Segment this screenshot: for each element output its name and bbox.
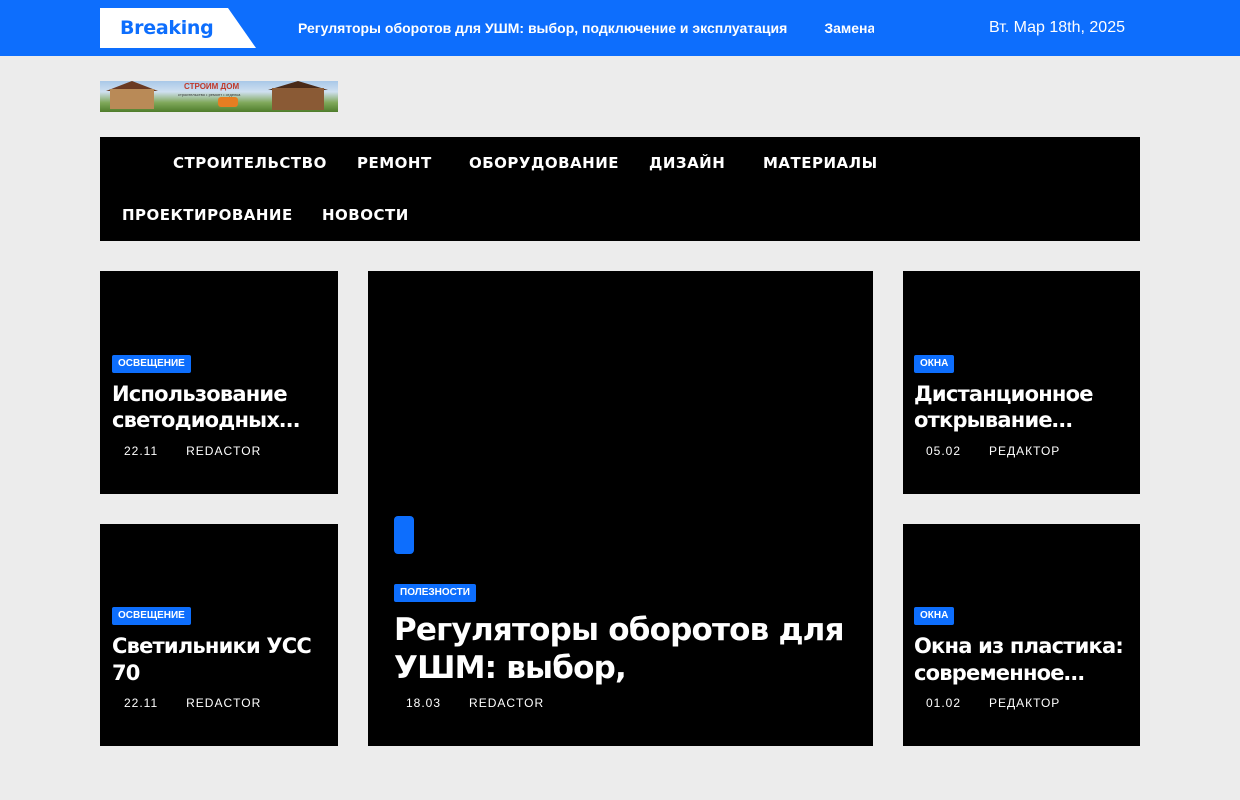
post-author[interactable]: РЕДАКТОР <box>989 444 1060 458</box>
main-navigation: СТРОИТЕЛЬСТВО РЕМОНТ ОБОРУДОВАНИЕ ДИЗАЙН… <box>100 137 1140 241</box>
logo-tool-icon <box>218 97 238 107</box>
post-card[interactable]: ОСВЕЩЕНИЕ Использование светодиодных… 22… <box>100 271 338 494</box>
post-author[interactable]: РЕДАКТОР <box>989 696 1060 710</box>
post-format-icon <box>394 516 414 554</box>
post-date: 22.11 <box>124 696 159 710</box>
post-meta: 01.02 РЕДАКТОР <box>914 696 1060 710</box>
post-card[interactable]: ОСВЕЩЕНИЕ Светильники УСС 70 22.11 REDACT… <box>100 524 338 746</box>
post-date: 05.02 <box>926 444 962 458</box>
current-date: Вт. Мар 18th, 2025 <box>989 19 1125 36</box>
nav-item-materialy[interactable]: МАТЕРИАЛЫ <box>763 137 878 189</box>
post-meta: 22.11 REDACTOR <box>112 444 261 458</box>
post-date: 01.02 <box>926 696 962 710</box>
nav-item-proektirovanie[interactable]: ПРОЕКТИРОВАНИЕ <box>122 189 293 241</box>
nav-item-remont[interactable]: РЕМОНТ <box>357 137 432 189</box>
logo-house <box>272 88 324 110</box>
post-title[interactable]: Окна из пластика: современное… <box>914 633 1134 689</box>
category-badge[interactable]: ОСВЕЩЕНИЕ <box>112 355 191 373</box>
category-badge[interactable]: ОКНА <box>914 355 955 373</box>
post-meta: 22.11 REDACTOR <box>112 696 261 710</box>
logo-tagline: строительство • ремонт • отделка <box>178 92 241 97</box>
nav-item-stroitelstvo[interactable]: СТРОИТЕЛЬСТВО <box>173 137 327 189</box>
post-meta: 05.02 РЕДАКТОР <box>914 444 1060 458</box>
post-date: 22.11 <box>124 444 159 458</box>
logo-brand: СТРОИМ ДОМ <box>184 82 240 91</box>
post-card[interactable]: ОКНА Дистанционное открывание… 05.02 РЕДА… <box>903 271 1140 494</box>
breaking-label: Breaking <box>120 17 214 39</box>
breaking-badge: Breaking <box>100 8 256 48</box>
post-meta: 18.03 REDACTOR <box>394 696 544 710</box>
post-title[interactable]: Регуляторы оборотов для УШМ: выбор, подк… <box>394 611 864 689</box>
category-badge[interactable]: ПОЛЕЗНОСТИ <box>394 584 476 602</box>
nav-item-novosti[interactable]: НОВОСТИ <box>322 189 409 241</box>
ticker-item[interactable]: Регуляторы оборотов для УШМ: выбор, подк… <box>298 0 787 56</box>
nav-item-dizain[interactable]: ДИЗАЙН <box>649 137 725 189</box>
post-author[interactable]: REDACTOR <box>186 696 261 710</box>
site-logo[interactable]: СТРОИМ ДОМ строительство • ремонт • отде… <box>100 81 338 112</box>
category-badge[interactable]: ОСВЕЩЕНИЕ <box>112 607 191 625</box>
featured-post-card[interactable]: ПОЛЕЗНОСТИ Регуляторы оборотов для УШМ: … <box>368 271 873 746</box>
post-title[interactable]: Дистанционное открывание… <box>914 381 1134 437</box>
post-card[interactable]: ОКНА Окна из пластика: современное… 01.0… <box>903 524 1140 746</box>
logo-house <box>110 89 154 109</box>
top-bar: Breaking Регуляторы оборотов для УШМ: вы… <box>0 0 1240 56</box>
post-author[interactable]: REDACTOR <box>186 444 261 458</box>
nav-item-oborudovanie[interactable]: ОБОРУДОВАНИЕ <box>469 137 619 189</box>
post-date: 18.03 <box>406 696 442 710</box>
post-title[interactable]: Светильники УСС 70 <box>112 633 332 689</box>
ticker-item[interactable]: Замена <box>824 0 874 56</box>
post-author[interactable]: REDACTOR <box>469 696 544 710</box>
category-badge[interactable]: ОКНА <box>914 607 955 625</box>
post-title[interactable]: Использование светодиодных… <box>112 381 332 437</box>
news-ticker: Регуляторы оборотов для УШМ: выбор, подк… <box>298 0 874 56</box>
